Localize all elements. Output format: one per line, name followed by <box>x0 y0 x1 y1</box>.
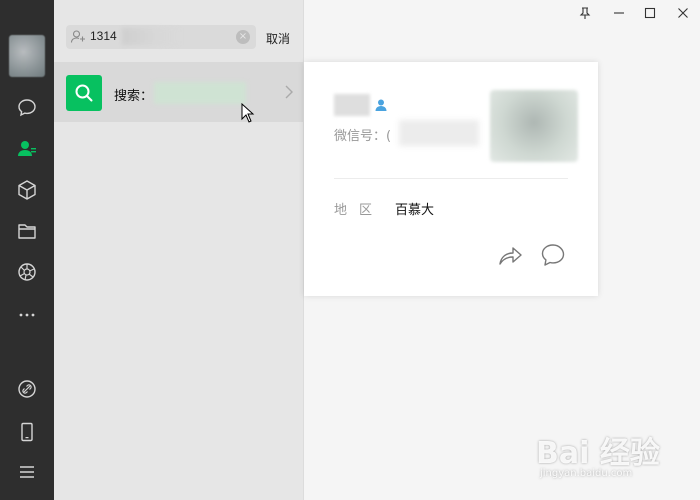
clear-search-icon[interactable]: × <box>236 30 250 44</box>
sidebar <box>0 0 54 500</box>
maximize-icon[interactable] <box>643 6 657 20</box>
profile-card: 微信号：( 地区 百慕大 <box>304 62 598 296</box>
profile-photo[interactable] <box>490 90 578 162</box>
menu-icon[interactable] <box>13 458 41 486</box>
message-icon[interactable] <box>539 242 567 268</box>
folder-icon[interactable] <box>13 217 41 245</box>
search-query: 1314 <box>90 29 117 43</box>
chevron-right-icon <box>285 85 293 99</box>
search-result-row[interactable]: 搜索： <box>54 62 303 122</box>
search-icon <box>66 75 102 111</box>
blurred-nickname <box>334 94 370 116</box>
avatar[interactable] <box>9 35 45 77</box>
search-result-label: 搜索： <box>114 89 154 104</box>
blurred-query-region <box>122 28 182 45</box>
blurred-wechat-id <box>399 120 479 146</box>
baidu-watermark: Bai 经验 jingyan.baidu.com <box>536 426 666 486</box>
wechat-id-label: 微信号：( <box>334 129 392 144</box>
search-panel: 1314 × 取消 搜索： <box>54 0 304 500</box>
watermark-sub: jingyan.baidu.com <box>540 468 633 479</box>
phone-icon[interactable] <box>13 418 41 446</box>
watermark-main: Bai 经验 <box>536 436 660 471</box>
divider <box>334 178 568 179</box>
cancel-button[interactable]: 取消 <box>266 30 290 47</box>
mouse-cursor-icon <box>241 103 255 123</box>
close-icon[interactable] <box>676 6 690 20</box>
search-input[interactable]: 1314 × <box>66 25 256 49</box>
aperture-icon[interactable] <box>13 258 41 286</box>
region-label: 地区 <box>334 203 385 218</box>
chat-icon[interactable] <box>13 94 41 122</box>
box-icon[interactable] <box>13 176 41 204</box>
contact-badge-icon <box>375 99 387 111</box>
link-icon[interactable] <box>13 375 41 403</box>
region-value: 百慕大 <box>395 203 435 218</box>
more-icon[interactable] <box>13 301 41 329</box>
minimize-icon[interactable] <box>612 6 626 20</box>
contacts-icon[interactable] <box>13 135 41 163</box>
blurred-search-term <box>154 82 246 104</box>
person-search-icon <box>70 30 85 43</box>
pin-icon[interactable] <box>578 6 592 20</box>
share-icon[interactable] <box>496 242 524 268</box>
